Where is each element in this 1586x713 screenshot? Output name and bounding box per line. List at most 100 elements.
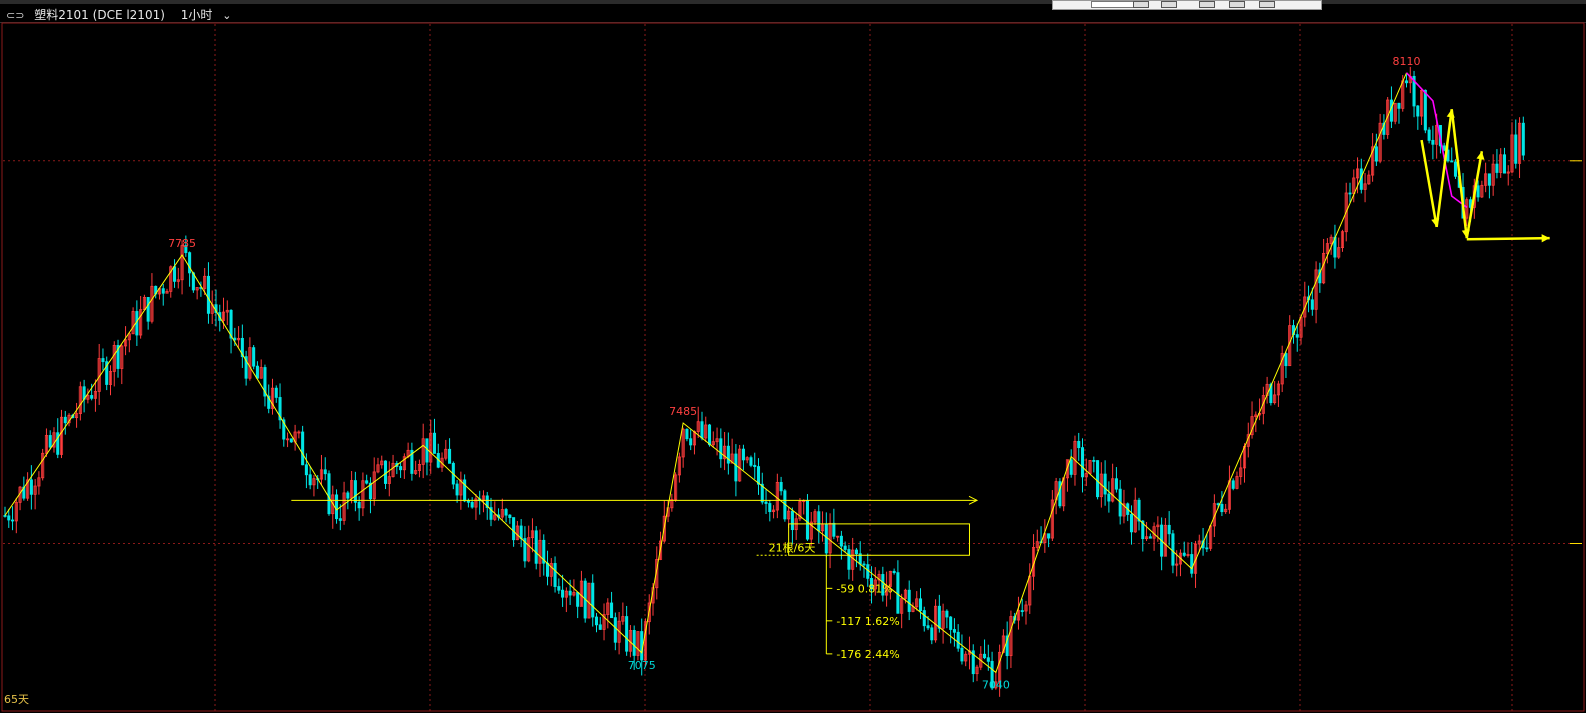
candle-body	[594, 616, 599, 626]
link-icon[interactable]: ⊂⊃	[6, 9, 24, 22]
candle-body	[685, 428, 689, 440]
candle-body	[3, 515, 7, 517]
candle-body	[29, 479, 33, 495]
candle-body	[1374, 146, 1378, 162]
period-selector[interactable]: 1小时 ⌄	[181, 8, 238, 22]
candle-body	[613, 617, 617, 643]
peak-label: 8110	[1393, 55, 1421, 68]
candle-body	[832, 522, 836, 537]
candle-body	[707, 424, 712, 446]
candle-body	[233, 337, 237, 341]
trough-label: 7075	[628, 659, 656, 672]
candle-body	[188, 252, 192, 274]
candle-body	[512, 517, 516, 541]
candle-body	[854, 549, 858, 555]
toolbar-button[interactable]	[1259, 1, 1275, 8]
candle-body	[455, 483, 459, 496]
candle-body	[1129, 514, 1134, 533]
candle-body	[11, 519, 15, 522]
candle-body	[922, 610, 926, 627]
candle-body	[1431, 139, 1435, 145]
candle-body	[847, 549, 851, 570]
candle-body	[1442, 145, 1446, 151]
candle-body	[146, 297, 150, 322]
candle-body	[591, 582, 595, 618]
arrow-down	[1420, 139, 1438, 228]
candle-body	[1107, 493, 1111, 502]
candle-body	[790, 510, 794, 531]
candles	[3, 66, 1525, 697]
candle-body	[48, 435, 52, 448]
candle-body	[1080, 447, 1085, 478]
chevron-down-icon: ⌄	[222, 9, 232, 22]
candle-body	[956, 631, 960, 649]
candle-body	[504, 509, 508, 516]
candle-body	[949, 616, 953, 630]
price-labels: 7785 7075 7485 7040 8110 65天	[4, 55, 1421, 706]
candle-body	[930, 627, 934, 641]
candle-body	[561, 589, 565, 598]
candle-body	[1231, 480, 1235, 489]
candle-body	[918, 598, 923, 611]
candle-body	[926, 625, 930, 629]
candle-body	[568, 590, 572, 596]
candle-body	[323, 469, 327, 475]
range-box-label: 21根/6天	[769, 540, 816, 554]
candle-body	[753, 464, 757, 467]
candle-body	[726, 445, 730, 464]
arrow-right-head	[1541, 234, 1550, 243]
candle-body	[335, 494, 339, 520]
candle-body	[101, 358, 105, 363]
candle-body	[749, 457, 753, 466]
candle-body	[399, 466, 403, 471]
candle-body	[1114, 478, 1118, 490]
candle-body	[289, 438, 293, 443]
candlestick-chart[interactable]: 21根/6天 -59 0.81% -117 1.62% -176 2.44% 7785…	[0, 22, 1586, 713]
toolbar-button[interactable]	[1161, 1, 1177, 8]
candle-body	[734, 453, 738, 482]
toolbar-button[interactable]	[1199, 1, 1215, 8]
span-label: 65天	[4, 693, 29, 706]
candle-body	[1416, 105, 1420, 117]
candle-body	[892, 570, 896, 574]
candle-body	[1404, 80, 1409, 84]
measure-label: -117 1.62%	[836, 615, 899, 628]
toolbar-button[interactable]	[1229, 1, 1245, 8]
candle-body	[432, 432, 437, 454]
candle-body	[1137, 499, 1141, 522]
candle-body	[161, 288, 165, 294]
candle-body	[1502, 154, 1506, 174]
candle-body	[983, 653, 987, 659]
candle-body	[508, 514, 512, 518]
arrow-right	[1466, 236, 1550, 241]
candle-body	[1423, 89, 1427, 131]
candle-body	[1020, 610, 1024, 612]
toolbar-button[interactable]	[1133, 1, 1149, 8]
candle-body	[839, 535, 843, 547]
candle-body	[937, 605, 941, 629]
candle-body	[598, 624, 602, 630]
candle-body	[1397, 102, 1401, 109]
period-label: 1小时	[180, 8, 213, 22]
candle-body	[353, 480, 357, 503]
candle-body	[519, 525, 523, 539]
candle-body	[1171, 533, 1175, 566]
candle-body	[301, 431, 305, 466]
candle-body	[1295, 334, 1299, 338]
candle-body	[470, 501, 474, 508]
candle-body	[1348, 192, 1352, 195]
candle-body	[1284, 353, 1288, 367]
measure-label: -59 0.81%	[836, 582, 892, 595]
candle-body	[843, 545, 847, 550]
peak-label: 7785	[168, 237, 196, 250]
candle-body	[741, 448, 745, 461]
candle-body	[896, 572, 900, 614]
candle-body	[632, 629, 636, 656]
candle-body	[338, 518, 342, 521]
candle-body	[1148, 536, 1152, 539]
candle-body	[1450, 160, 1454, 163]
candle-body	[1310, 299, 1314, 310]
candle-body	[206, 275, 210, 314]
peak-label: 7485	[669, 405, 697, 418]
candle-body	[1069, 459, 1073, 475]
